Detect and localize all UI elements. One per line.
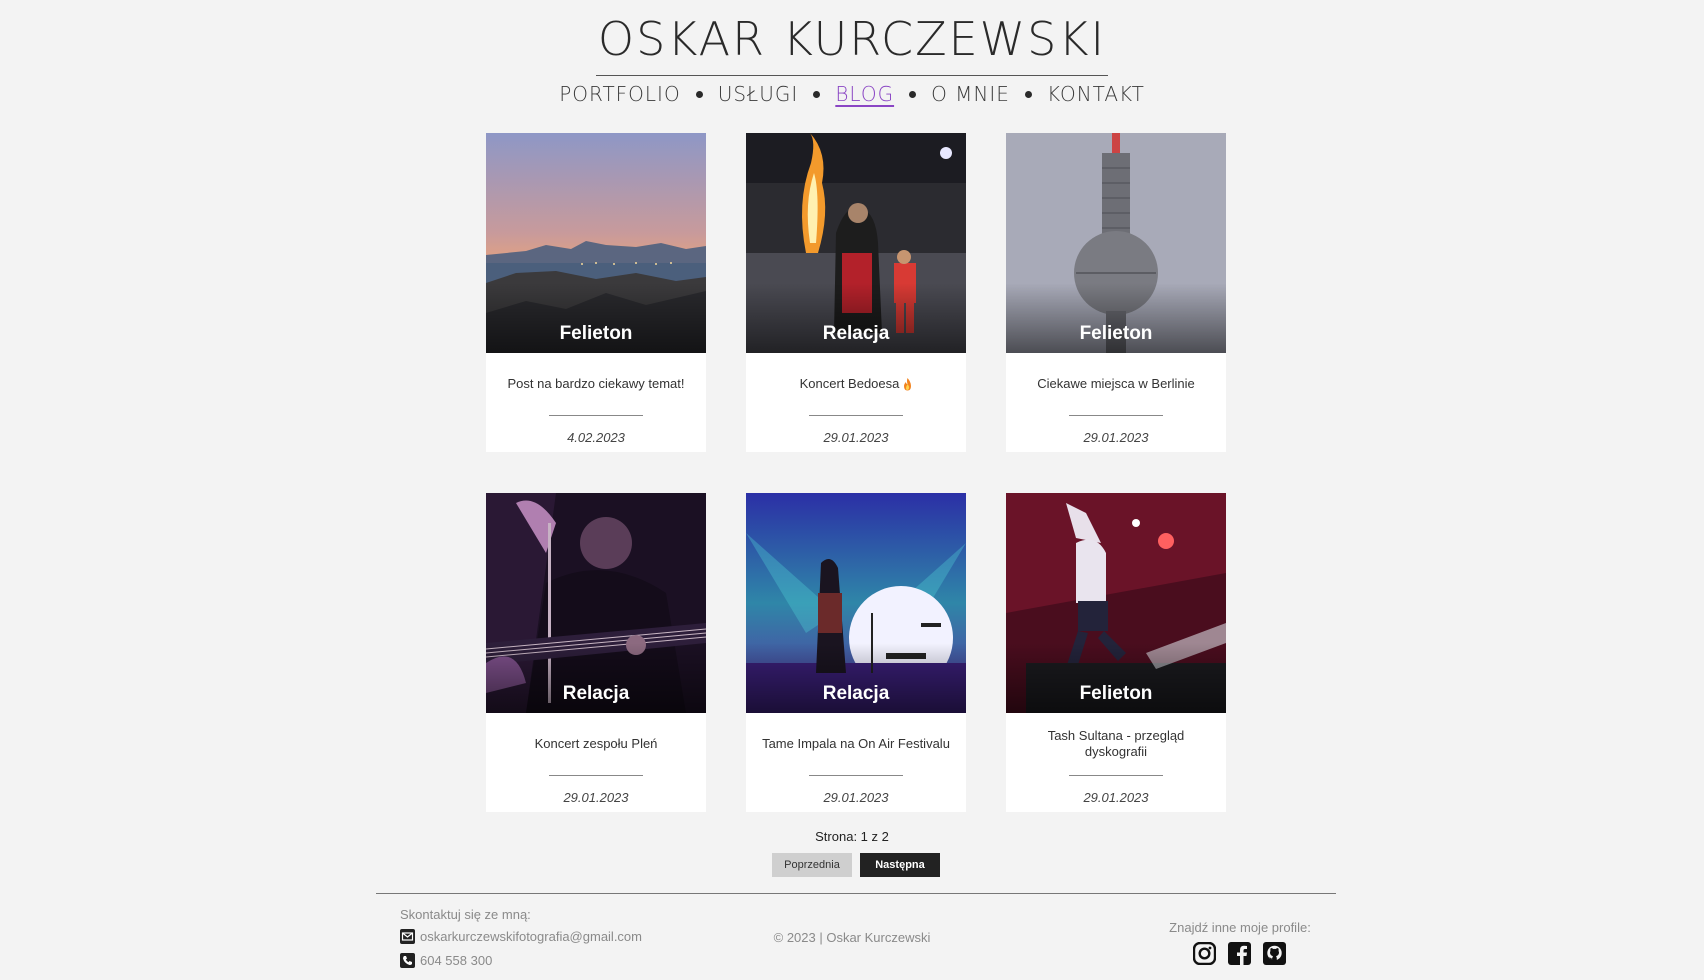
contact-phone[interactable]: 604 558 300 (400, 953, 492, 968)
post-thumbnail[interactable]: Felieton (1006, 493, 1226, 713)
post-thumbnail[interactable]: Relacja (746, 133, 966, 353)
nav-separator-dot (695, 90, 703, 98)
phone-number[interactable]: 604 558 300 (420, 953, 492, 968)
nav-separator-dot (1024, 90, 1032, 98)
previous-page-button[interactable]: Poprzednia (772, 853, 852, 877)
footer-divider (376, 893, 1336, 894)
post-date: 4.02.2023 (567, 430, 625, 445)
fire-icon (904, 377, 912, 390)
post-divider (549, 415, 643, 416)
nav-uslugi[interactable]: USŁUGI (716, 82, 801, 106)
post-divider (1069, 775, 1163, 776)
instagram-icon[interactable] (1192, 941, 1217, 966)
nav-o-mnie[interactable]: O MNIE (929, 82, 1012, 106)
post-card[interactable]: Felieton Post na bardzo ciekawy temat! 4… (486, 133, 706, 452)
nav-separator-dot (813, 90, 821, 98)
post-date: 29.01.2023 (1083, 430, 1149, 445)
post-divider (809, 775, 903, 776)
post-divider (809, 415, 903, 416)
post-category: Relacja (822, 683, 890, 704)
phone-icon (400, 953, 415, 968)
next-page-button[interactable]: Następna (860, 853, 940, 877)
post-title[interactable]: Tame Impala na On Air Festivalu (746, 713, 966, 775)
nav-portfolio[interactable]: PORTFOLIO (557, 82, 683, 106)
post-title[interactable]: Koncert zespołu Pleń (486, 713, 706, 775)
post-date: 29.01.2023 (823, 790, 889, 805)
post-category: Relacja (822, 323, 890, 344)
post-card[interactable]: Relacja Koncert zespołu Pleń 29.01.2023 (486, 493, 706, 812)
social-links (1192, 941, 1286, 966)
post-category: Felieton (1079, 683, 1153, 704)
nav-separator-dot (909, 90, 917, 98)
post-date: 29.01.2023 (563, 790, 629, 805)
post-title-text: Koncert Bedoesa (799, 376, 900, 391)
post-title[interactable]: Post na bardzo ciekawy temat! (486, 353, 706, 415)
facebook-icon[interactable] (1228, 942, 1251, 965)
profiles-heading: Znajdź inne moje profile: (1169, 920, 1311, 935)
contact-heading: Skontaktuj się ze mną: (400, 907, 531, 922)
post-title[interactable]: Ciekawe miejsca w Berlinie (1006, 353, 1226, 415)
post-card[interactable]: Felieton Ciekawe miejsca w Berlinie 29.0… (1006, 133, 1226, 452)
site-title[interactable]: OSKAR KURCZEWSKI (0, 12, 1704, 66)
post-date: 29.01.2023 (1083, 790, 1149, 805)
post-category: Felieton (559, 323, 633, 344)
pagination-label: Strona: 1 z 2 (815, 829, 889, 844)
post-title[interactable]: Tash Sultana - przegląd dyskografii (1006, 713, 1226, 775)
github-icon[interactable] (1263, 942, 1286, 965)
post-card[interactable]: Relacja Koncert Bedoesa 29.01.2023 (746, 133, 966, 452)
main-nav: PORTFOLIO USŁUGI BLOG O MNIE KONTAKT (0, 82, 1704, 106)
post-title[interactable]: Koncert Bedoesa (746, 353, 966, 415)
nav-kontakt[interactable]: KONTAKT (1045, 82, 1147, 106)
copyright: © 2023 | Oskar Kurczewski (773, 930, 931, 945)
post-thumbnail[interactable]: Relacja (746, 493, 966, 713)
post-category: Relacja (562, 683, 630, 704)
post-category: Felieton (1079, 323, 1153, 344)
post-divider (1069, 415, 1163, 416)
post-card[interactable]: Felieton Tash Sultana - przegląd dyskogr… (1006, 493, 1226, 812)
post-thumbnail[interactable]: Relacja (486, 493, 706, 713)
nav-blog[interactable]: BLOG (833, 82, 896, 106)
post-thumbnail[interactable]: Felieton (1006, 133, 1226, 353)
post-thumbnail[interactable]: Felieton (486, 133, 706, 353)
title-divider (596, 75, 1108, 76)
page: OSKAR KURCZEWSKI PORTFOLIO USŁUGI BLOG O… (0, 0, 1704, 980)
post-divider (549, 775, 643, 776)
post-card[interactable]: Relacja Tame Impala na On Air Festivalu … (746, 493, 966, 812)
post-date: 29.01.2023 (823, 430, 889, 445)
